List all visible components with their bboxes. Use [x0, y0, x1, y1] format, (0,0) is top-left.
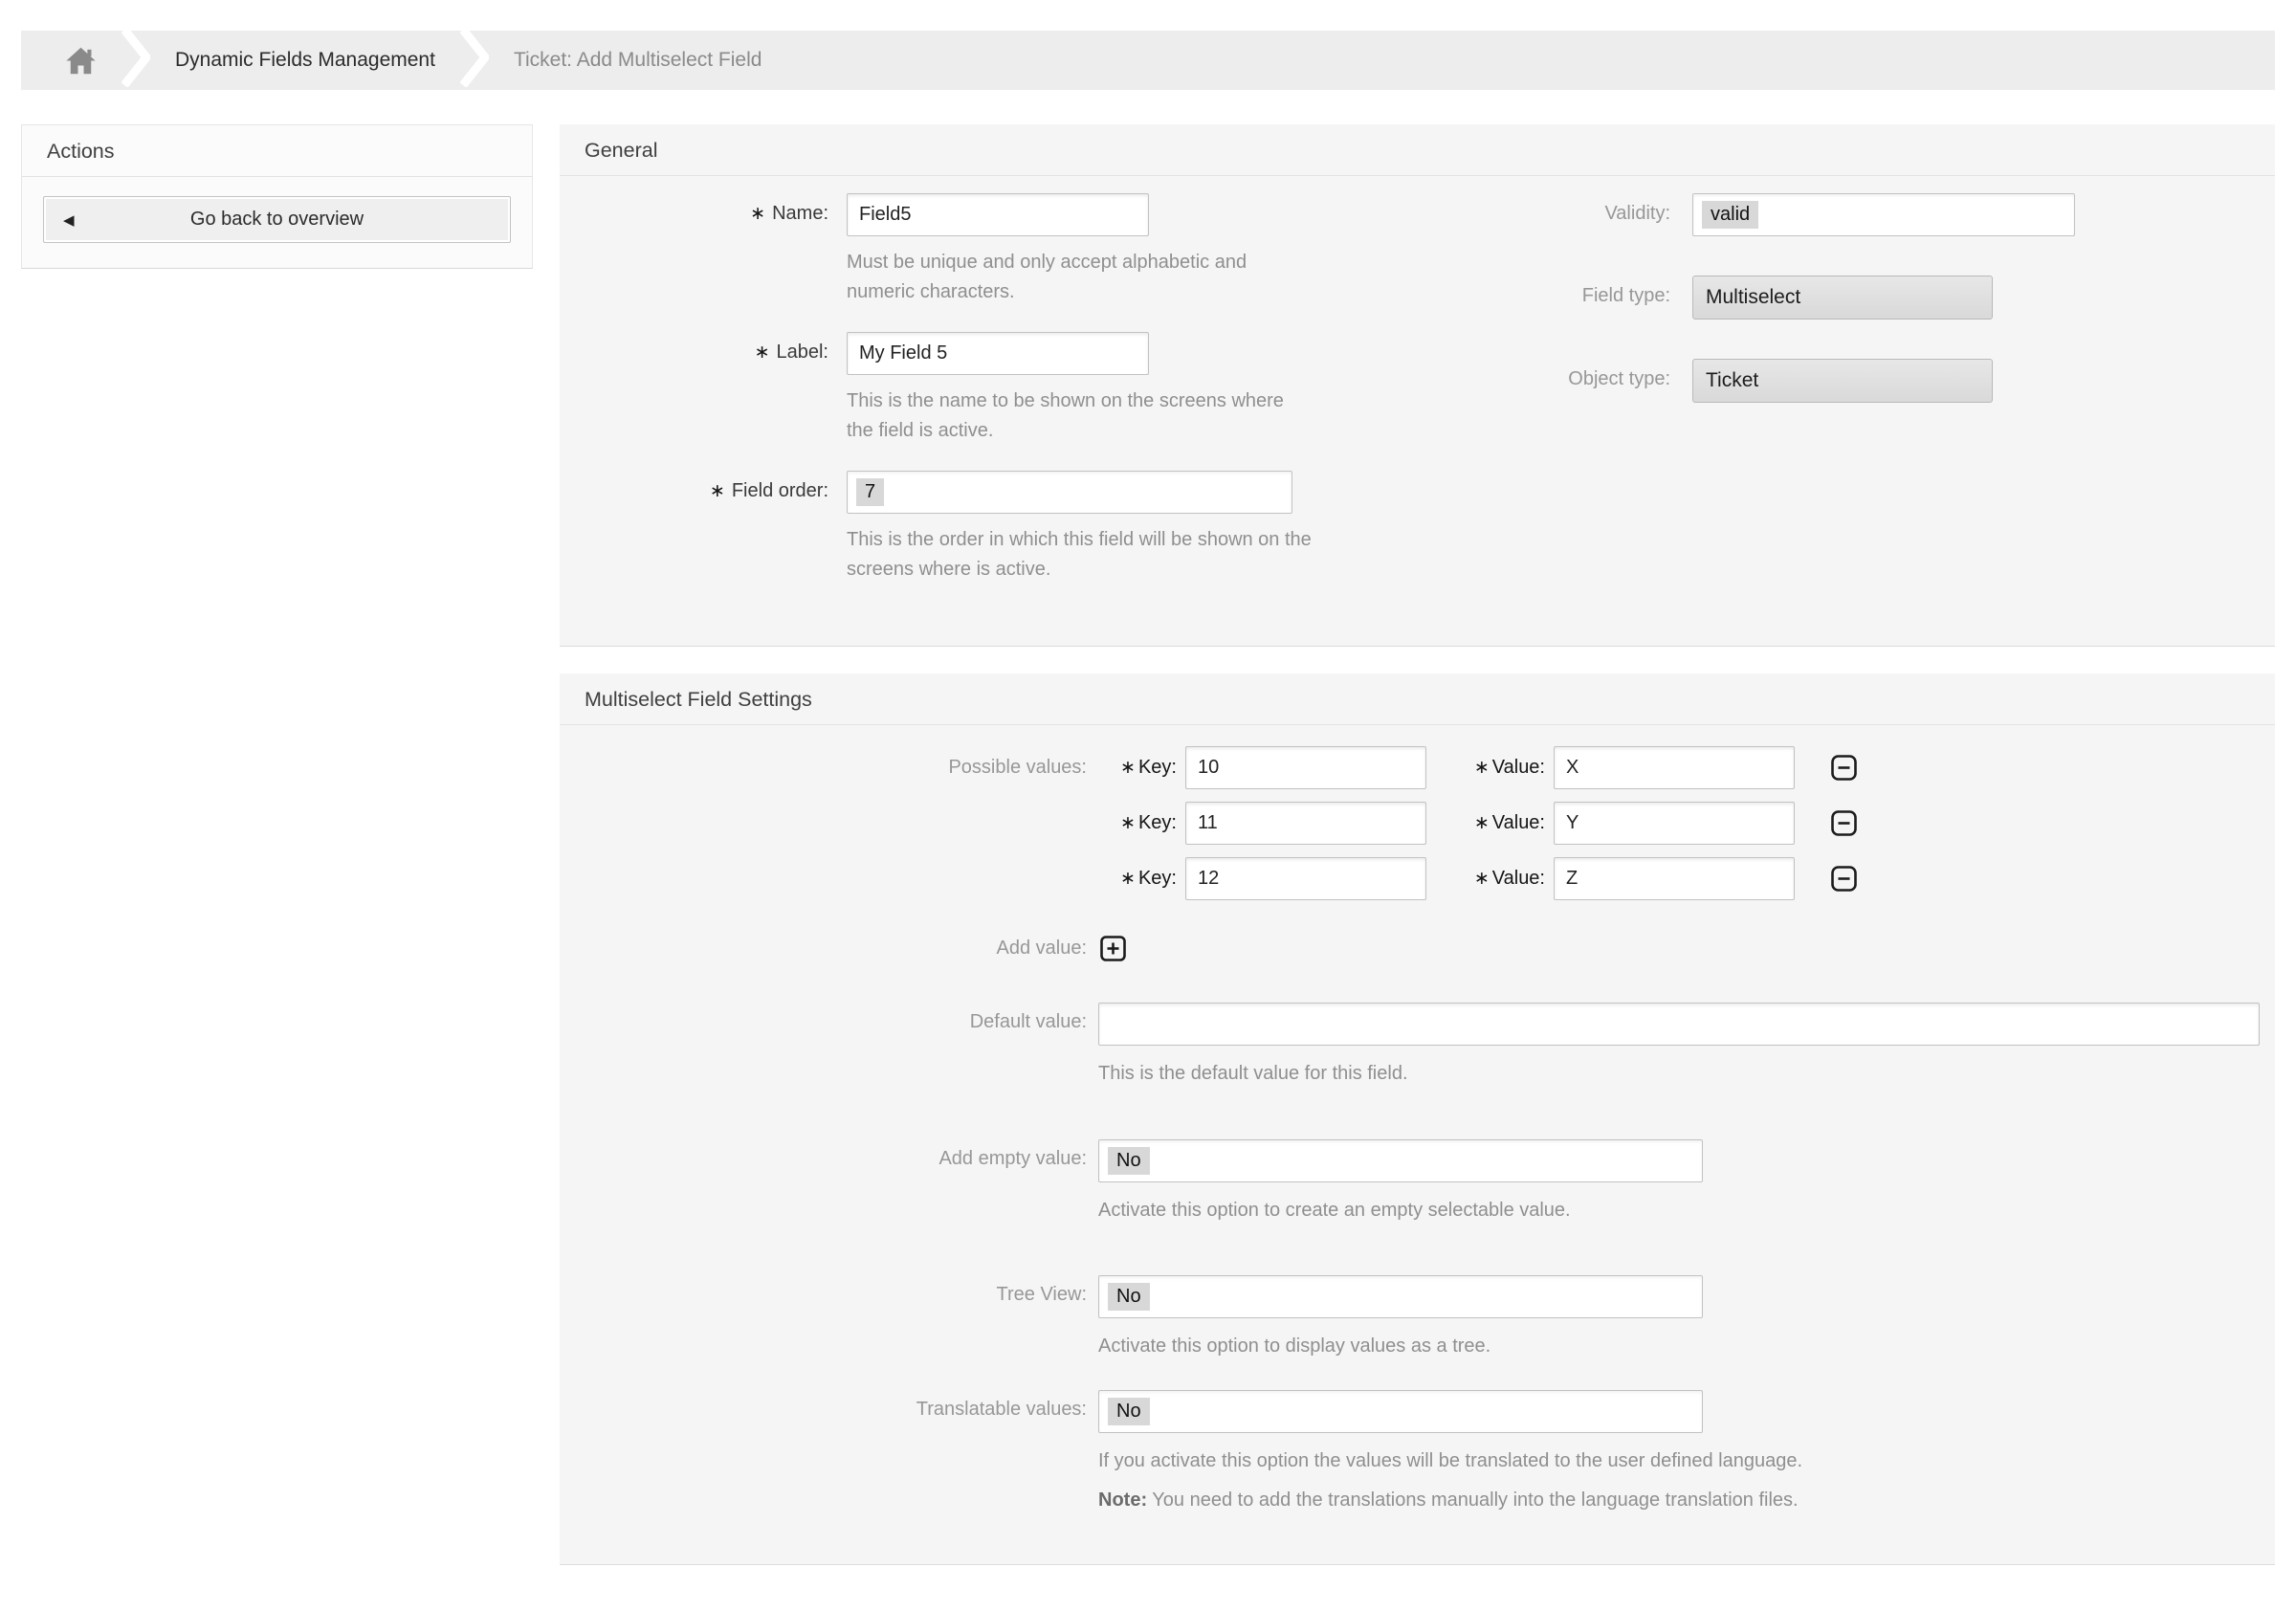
value-label: ∗Value:: [1426, 757, 1545, 779]
add-empty-value-select[interactable]: No: [1098, 1139, 1703, 1182]
object-type-value: Ticket: [1692, 359, 1993, 403]
general-panel: General ∗Name: Must be unique and only a…: [560, 124, 2275, 647]
validity-label: Validity:: [1503, 193, 1692, 236]
back-arrow-icon: ◀: [63, 211, 75, 229]
value-input[interactable]: [1554, 802, 1795, 845]
possible-value-row: ∗Key: ∗Value:: [560, 857, 2275, 900]
field-order-select[interactable]: 7: [847, 471, 1292, 514]
key-label: ∗Key:: [1098, 812, 1177, 834]
validity-select[interactable]: valid: [1692, 193, 2075, 236]
remove-value-icon[interactable]: [1831, 755, 1857, 781]
tree-view-help: Activate this option to display values a…: [1098, 1332, 2260, 1360]
remove-value-icon[interactable]: [1831, 810, 1857, 836]
label-input[interactable]: [847, 332, 1149, 375]
translatable-values-select[interactable]: No: [1098, 1390, 1703, 1433]
value-input[interactable]: [1554, 746, 1795, 789]
value-input[interactable]: [1554, 857, 1795, 900]
add-value-label: Add value:: [560, 938, 1098, 960]
possible-values-label: Possible values:: [560, 757, 1098, 779]
field-type-value: Multiselect: [1692, 276, 1993, 320]
default-value-label: Default value:: [560, 1003, 1098, 1088]
object-type-row: Object type: Ticket: [1503, 359, 2275, 403]
add-empty-value-label: Add empty value:: [560, 1139, 1098, 1225]
go-back-label: Go back to overview: [190, 209, 364, 230]
actions-title: Actions: [22, 125, 532, 177]
breadcrumb: Dynamic Fields Management Ticket: Add Mu…: [21, 31, 2275, 90]
general-title: General: [560, 124, 2275, 176]
home-icon[interactable]: [65, 46, 97, 76]
key-input[interactable]: [1185, 857, 1426, 900]
required-marker: ∗: [750, 204, 765, 224]
label-row: ∗Label: This is the name to be shown on …: [560, 332, 1503, 471]
settings-title: Multiselect Field Settings: [560, 673, 2275, 725]
chevron-right-icon: [460, 28, 489, 93]
possible-value-row: ∗Key: ∗Value:: [560, 802, 2275, 845]
name-help: Must be unique and only accept alphabeti…: [847, 248, 1315, 307]
tree-view-select[interactable]: No: [1098, 1275, 1703, 1318]
go-back-button[interactable]: ◀ Go back to overview: [43, 196, 511, 243]
possible-value-row: Possible values: ∗Key: ∗Value:: [560, 746, 2275, 789]
field-order-row: ∗Field order: 7 This is the order in whi…: [560, 471, 1503, 609]
value-label: ∗Value:: [1426, 868, 1545, 890]
value-label: ∗Value:: [1426, 812, 1545, 834]
breadcrumb-item-dynamic-fields[interactable]: Dynamic Fields Management: [175, 49, 435, 72]
required-marker: ∗: [710, 481, 725, 501]
label-help: This is the name to be shown on the scre…: [847, 386, 1315, 446]
add-empty-value-help: Activate this option to create an empty …: [1098, 1196, 2260, 1225]
tree-view-label: Tree View:: [560, 1275, 1098, 1360]
default-value-help: This is the default value for this field…: [1098, 1059, 2260, 1088]
actions-panel: Actions ◀ Go back to overview: [21, 124, 533, 269]
multiselect-settings-panel: Multiselect Field Settings Possible valu…: [560, 673, 2275, 1565]
object-type-label: Object type:: [1503, 359, 1692, 403]
breadcrumb-item-current: Ticket: Add Multiselect Field: [514, 49, 762, 72]
field-type-label: Field type:: [1503, 276, 1692, 320]
field-order-help: This is the order in which this field wi…: [847, 525, 1315, 585]
label-label: ∗Label:: [560, 332, 847, 471]
translatable-values-help: If you activate this option the values w…: [1098, 1446, 2260, 1475]
key-label: ∗Key:: [1098, 868, 1177, 890]
default-value-row: Default value: This is the default value…: [560, 1003, 2275, 1088]
default-value-input[interactable]: [1098, 1003, 2260, 1046]
tree-view-row: Tree View: No Activate this option to di…: [560, 1275, 2275, 1360]
add-value-row: Add value:: [560, 936, 2275, 961]
remove-value-icon[interactable]: [1831, 866, 1857, 892]
translatable-values-label: Translatable values:: [560, 1390, 1098, 1514]
name-label: ∗Name:: [560, 193, 847, 332]
name-row: ∗Name: Must be unique and only accept al…: [560, 193, 1503, 332]
key-input[interactable]: [1185, 802, 1426, 845]
required-marker: ∗: [755, 342, 770, 363]
validity-row: Validity: valid: [1503, 193, 2275, 236]
add-empty-value-row: Add empty value: No Activate this option…: [560, 1139, 2275, 1225]
field-order-label: ∗Field order:: [560, 471, 847, 609]
translatable-values-row: Translatable values: No If you activate …: [560, 1390, 2275, 1514]
add-value-icon[interactable]: [1100, 936, 1126, 961]
key-input[interactable]: [1185, 746, 1426, 789]
key-label: ∗Key:: [1098, 757, 1177, 779]
chevron-right-icon: [121, 28, 150, 93]
name-input[interactable]: [847, 193, 1149, 236]
translatable-values-note: Note: You need to add the translations m…: [1098, 1486, 2260, 1514]
field-type-row: Field type: Multiselect: [1503, 276, 2275, 320]
